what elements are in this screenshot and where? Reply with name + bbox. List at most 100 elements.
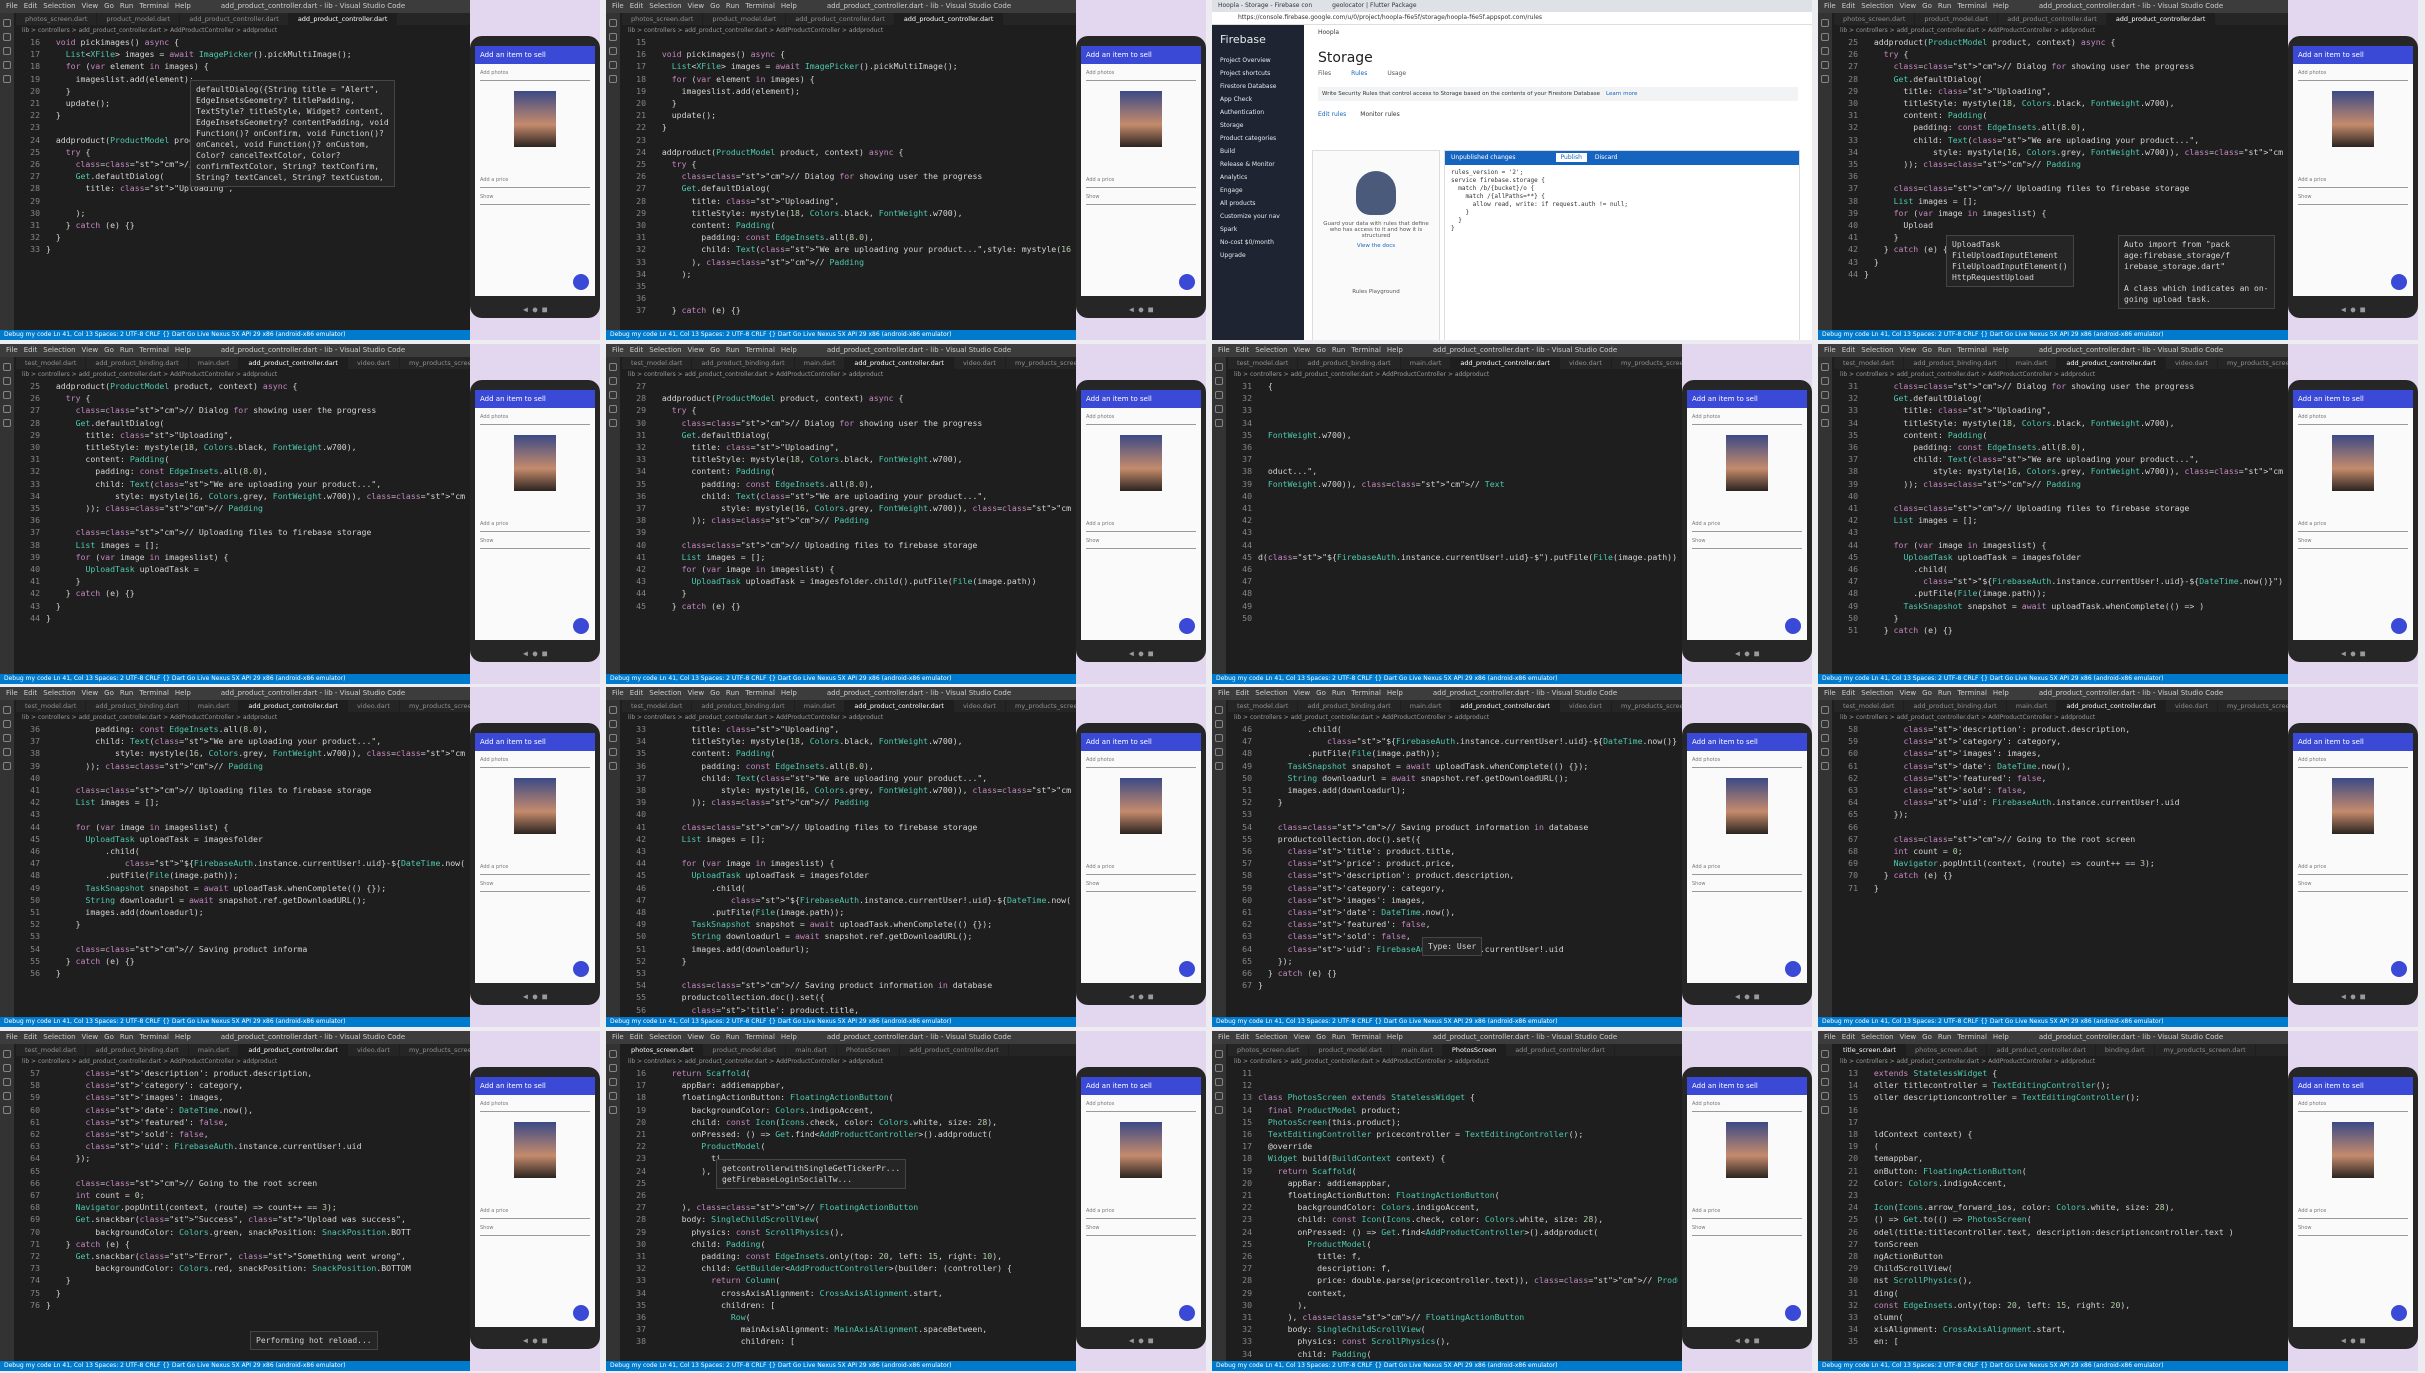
add-photos-field[interactable]: Add photos xyxy=(480,414,590,425)
menu-item-edit[interactable]: Edit xyxy=(1842,689,1856,697)
explorer-icon[interactable] xyxy=(609,19,617,27)
editor-tab[interactable]: product_model.dart xyxy=(703,1044,787,1056)
editor-tab[interactable]: main.dart xyxy=(786,1044,837,1056)
menu-item-selection[interactable]: Selection xyxy=(1861,1033,1893,1041)
editor-tab[interactable]: add_product_binding.dart xyxy=(1904,700,2007,712)
editor-tab[interactable]: video.dart xyxy=(1560,357,1612,369)
menu-item-file[interactable]: File xyxy=(612,1033,624,1041)
search-icon[interactable] xyxy=(609,377,617,385)
menu-item-go[interactable]: Go xyxy=(104,346,114,354)
editor-tab[interactable]: my_products_screen.dart xyxy=(400,700,470,712)
menu-item-help[interactable]: Help xyxy=(175,689,191,697)
menu-item-run[interactable]: Run xyxy=(1938,2,1951,10)
menu-item-help[interactable]: Help xyxy=(1387,1033,1403,1041)
menu-item-selection[interactable]: Selection xyxy=(43,1033,75,1041)
menu-item-terminal[interactable]: Terminal xyxy=(139,346,169,354)
add-photos-field[interactable]: Add photos xyxy=(480,1101,590,1112)
check-fab-button[interactable] xyxy=(2391,618,2407,634)
editor-tab[interactable]: photos_screen.dart xyxy=(1906,1044,1988,1056)
source-control-icon[interactable] xyxy=(1821,391,1829,399)
editor-tab[interactable]: add_product_binding.dart xyxy=(1904,357,2007,369)
menu-item-selection[interactable]: Selection xyxy=(1861,346,1893,354)
menu-item-go[interactable]: Go xyxy=(1922,346,1932,354)
editor-tab[interactable]: add_product_controller.dart xyxy=(845,357,954,369)
code-editor[interactable]: return Scaffold( appBar: addiemappbar, f… xyxy=(652,1067,1072,1359)
add-photos-field[interactable]: Add photos xyxy=(1086,757,1196,768)
debug-icon[interactable] xyxy=(1215,1092,1223,1100)
explorer-icon[interactable] xyxy=(1821,363,1829,371)
editor-tab[interactable]: add_product_binding.dart xyxy=(1298,357,1401,369)
code-editor[interactable]: class="st">'description': product.descri… xyxy=(1864,723,2284,1015)
source-control-icon[interactable] xyxy=(3,734,11,742)
editor-tab[interactable]: test_model.dart xyxy=(1228,357,1299,369)
extensions-icon[interactable] xyxy=(609,75,617,83)
menu-item-edit[interactable]: Edit xyxy=(24,1033,38,1041)
menu-item-view[interactable]: View xyxy=(1900,1033,1917,1041)
menu-item-view[interactable]: View xyxy=(688,689,705,697)
debug-icon[interactable] xyxy=(3,1092,11,1100)
show-field[interactable]: Show xyxy=(2298,1225,2408,1236)
check-fab-button[interactable] xyxy=(573,961,589,977)
add-photos-field[interactable]: Add photos xyxy=(2298,1101,2408,1112)
sidebar-nav-item[interactable]: Product categories xyxy=(1212,132,1304,145)
monitor-rules-tab[interactable]: Monitor rules xyxy=(1360,111,1399,118)
menu-item-selection[interactable]: Selection xyxy=(649,2,681,10)
editor-tab[interactable]: photos_screen.dart xyxy=(622,13,704,25)
menu-item-selection[interactable]: Selection xyxy=(1861,689,1893,697)
explorer-icon[interactable] xyxy=(609,363,617,371)
menu-item-go[interactable]: Go xyxy=(710,2,720,10)
add-price-field[interactable]: Add a price xyxy=(2298,864,2408,875)
check-fab-button[interactable] xyxy=(1179,1305,1195,1321)
explorer-icon[interactable] xyxy=(609,1050,617,1058)
editor-tab[interactable]: product_model.dart xyxy=(1915,13,1999,25)
menu-item-run[interactable]: Run xyxy=(120,2,133,10)
editor-tab[interactable]: my_products_screen.dart xyxy=(2218,357,2288,369)
source-control-icon[interactable] xyxy=(3,47,11,55)
extensions-icon[interactable] xyxy=(1821,1106,1829,1114)
show-field[interactable]: Show xyxy=(1692,538,1802,549)
editor-tab[interactable]: add_product_binding.dart xyxy=(86,357,189,369)
menu-item-go[interactable]: Go xyxy=(1922,689,1932,697)
menu-item-file[interactable]: File xyxy=(6,346,18,354)
show-field[interactable]: Show xyxy=(2298,194,2408,205)
sidebar-nav-item[interactable]: Customize your nav xyxy=(1212,210,1304,223)
address-bar[interactable]: https://console.firebase.google.com/u/0/… xyxy=(1212,12,1812,25)
source-control-icon[interactable] xyxy=(1821,47,1829,55)
menu-item-selection[interactable]: Selection xyxy=(43,346,75,354)
editor-tab[interactable]: video.dart xyxy=(1560,700,1612,712)
debug-icon[interactable] xyxy=(609,405,617,413)
code-editor[interactable]: { FontWeight.w700), oduct...", FontWeigh… xyxy=(1258,380,1678,672)
code-editor[interactable]: .child( class="st">"${FirebaseAuth.insta… xyxy=(1258,723,1678,1015)
check-fab-button[interactable] xyxy=(1785,1305,1801,1321)
explorer-icon[interactable] xyxy=(1215,1050,1223,1058)
code-editor[interactable]: class=class="st">"cm">// Dialog for show… xyxy=(1864,380,2284,672)
editor-tab[interactable]: main.dart xyxy=(189,700,240,712)
explorer-icon[interactable] xyxy=(1215,363,1223,371)
menu-item-edit[interactable]: Edit xyxy=(1842,2,1856,10)
menu-item-selection[interactable]: Selection xyxy=(649,1033,681,1041)
menu-item-view[interactable]: View xyxy=(82,2,99,10)
menu-item-help[interactable]: Help xyxy=(1993,346,2009,354)
editor-tab[interactable]: PhotosScreen xyxy=(837,1044,901,1056)
show-field[interactable]: Show xyxy=(2298,881,2408,892)
menu-item-terminal[interactable]: Terminal xyxy=(139,689,169,697)
editor-tab[interactable]: add_product_binding.dart xyxy=(692,700,795,712)
add-photos-field[interactable]: Add photos xyxy=(2298,70,2408,81)
menu-item-edit[interactable]: Edit xyxy=(1236,689,1250,697)
editor-tab[interactable]: photos_screen.dart xyxy=(622,1044,704,1056)
editor-tab[interactable]: my_products_screen.dart xyxy=(2218,700,2288,712)
sidebar-nav-item[interactable]: Storage xyxy=(1212,119,1304,132)
extensions-icon[interactable] xyxy=(609,1106,617,1114)
extensions-icon[interactable] xyxy=(609,419,617,427)
menu-item-go[interactable]: Go xyxy=(104,1033,114,1041)
search-icon[interactable] xyxy=(3,1064,11,1072)
menu-item-selection[interactable]: Selection xyxy=(1255,1033,1287,1041)
editor-tab[interactable]: add_product_controller.dart xyxy=(2057,357,2166,369)
storage-tab[interactable]: Files xyxy=(1318,70,1331,77)
editor-tab[interactable]: video.dart xyxy=(348,1044,400,1056)
editor-tab[interactable]: add_product_binding.dart xyxy=(86,700,189,712)
sidebar-nav-item[interactable]: Project shortcuts xyxy=(1212,67,1304,80)
menu-item-help[interactable]: Help xyxy=(1993,2,2009,10)
menu-item-view[interactable]: View xyxy=(82,689,99,697)
menu-item-file[interactable]: File xyxy=(6,689,18,697)
